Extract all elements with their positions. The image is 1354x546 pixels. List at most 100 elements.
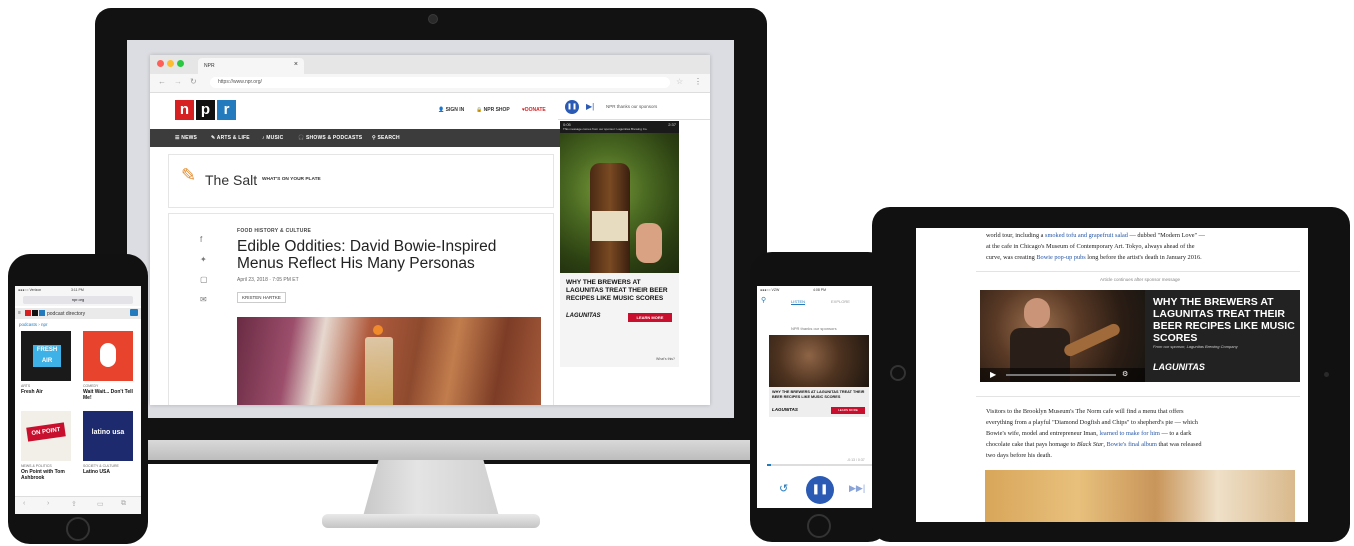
settings-gear-icon[interactable]: ⚙ [1122,370,1128,378]
bottle-label [592,211,628,241]
ad-headline: WHY THE BREWERS AT LAGUNITAS TREAT THEIR… [772,390,865,399]
podcast-category: SOCIETY & CULTURE [83,464,119,468]
status-time: 4:08 PM [813,288,827,292]
breadcrumb[interactable]: podcasts › npr [19,322,48,327]
article-date: April 23, 2018 · 7:05 PM ET [237,277,299,283]
progress-bar[interactable] [767,464,873,466]
menu-dots-icon[interactable]: ⋮ [694,77,702,86]
search-icon[interactable] [130,309,138,316]
podcast-title[interactable]: Latino USA [83,469,138,475]
browser-window: NPR × ← → ↻ https://www.npr.org/ ☆ ⋮ n p… [150,55,710,405]
tab-npr[interactable]: NPR × [198,58,304,74]
learn-more-button[interactable]: LEARN MORE [628,313,672,322]
search-icon[interactable]: ⚲ [761,296,766,304]
npr-shop-label: NPR SHOP [483,107,510,113]
close-window-button[interactable] [157,60,164,67]
video-frame: ▶ ⚙ [980,290,1145,382]
safari-url-bar: npr.org [15,294,141,306]
tab-explore[interactable]: EXPLORE [831,299,850,304]
back-icon[interactable]: ‹ [23,500,25,507]
email-share-icon[interactable]: ✉ [200,295,208,304]
rewind-icon[interactable]: ↺ [779,482,788,495]
nav-music[interactable]: ♪ MUSIC [262,135,283,141]
nav-arts-label: ARTS & LIFE [216,135,250,141]
learned-to-make-link[interactable]: learned to make for him [1099,430,1160,437]
pop-up-pubs-link[interactable]: Bowie pop-up pubs [1036,254,1085,261]
main-nav: ☰ NEWS ✎ ARTS & LIFE ♪ MUSIC 🎧 SHOWS & P… [150,129,560,147]
podcast-art-fresh-air[interactable]: FRESH AIR [21,331,71,381]
npr-logo[interactable]: n p r [175,100,236,120]
nav-search-label: SEARCH [377,135,400,141]
fresh-air-art-text: FRESH AIR [33,345,61,367]
url-field[interactable]: https://www.npr.org/ [210,77,670,88]
facebook-share-icon[interactable]: f [200,235,208,244]
maximize-window-button[interactable] [177,60,184,67]
share-icon[interactable]: ⇪ [71,500,77,508]
video-scrubber[interactable] [1006,374,1116,376]
pause-button[interactable]: ❚❚ [806,476,834,504]
camera-icon [1324,372,1329,377]
reload-icon[interactable]: ↻ [190,77,197,86]
podcast-title[interactable]: On Point with Tom Ashbrook [21,469,76,481]
npr-shop-link[interactable]: 🔒 NPR SHOP [476,107,510,113]
pause-button[interactable]: ❚❚ [565,100,579,114]
sponsor-text: NPR thanks our sponsors [606,104,658,109]
article-paragraph-2: Visitors to the Brooklyn Museum's The No… [986,406,1291,461]
url-field[interactable]: npr.org [23,296,133,304]
donate-link[interactable]: ♥DONATE [522,107,546,113]
article-kicker[interactable]: FOOD HISTORY & CULTURE [237,228,311,234]
forward-icon[interactable]: › [47,500,49,507]
tabs-icon[interactable]: ⧉ [121,500,126,508]
p2-line-2: everything from a playful "Diamond Dogfi… [986,419,1198,426]
sponsor-ad[interactable]: 0:05 2:37 This message comes from our sp… [560,121,679,367]
blog-header-card: ✎ The Salt WHAT'S ON YOUR PLATE [168,154,554,208]
bookmark-star-icon[interactable]: ☆ [676,77,683,86]
npr-logo-small[interactable] [25,310,45,316]
sponsor-video[interactable]: ▶ ⚙ WHY THE BREWERS AT LAGUNITAS TREAT T… [980,290,1300,382]
learn-more-button[interactable]: LEARN MORE [831,407,865,414]
podcast-title[interactable]: Fresh Air [21,389,76,395]
logo-letter-r: r [217,100,236,120]
skip-icon[interactable]: ▶| [586,102,594,111]
ad-photo-hops [560,133,679,273]
blog-name[interactable]: The Salt [205,172,257,188]
twitter-share-icon[interactable]: ✦ [200,255,208,264]
nav-search[interactable]: ⚲ SEARCH [372,135,400,141]
minimize-window-button[interactable] [167,60,174,67]
tab-listen[interactable]: LISTEN [791,299,806,305]
on-point-art-text: ON POINT [26,422,66,442]
tab-close-icon[interactable]: × [294,61,298,68]
sign-in-link[interactable]: 👤 SIGN IN [438,107,464,113]
whats-this-link[interactable]: What's this? [656,357,675,361]
ad-video-frame [769,335,869,387]
forward-icon[interactable]: → [174,77,182,86]
podcast-art-latino-usa[interactable]: latino usa [83,411,133,461]
home-button[interactable] [890,365,906,381]
garnish [373,325,383,335]
tofu-salad-link[interactable]: smoked tofu and grapefruit salad [1045,232,1128,239]
sponsor-label: Article continues after sponsor message [1100,277,1181,282]
ad-message: This message comes from our sponsor: Lag… [563,127,648,131]
play-icon[interactable]: ▶ [990,370,996,379]
video-ad-panel: WHY THE BREWERS AT LAGUNITAS TREAT THEIR… [1145,290,1300,382]
podcast-art-on-point[interactable]: ON POINT [21,411,71,461]
sponsor-ad[interactable]: WHY THE BREWERS AT LAGUNITAS TREAT THEIR… [769,335,869,417]
podcast-title[interactable]: Wait Wait... Don't Tell Me! [83,389,139,401]
final-album-link[interactable]: Bowie's final album [1106,441,1156,448]
podcast-art-wait-wait[interactable] [83,331,133,381]
nav-shows-podcasts[interactable]: 🎧 SHOWS & PODCASTS [298,135,362,141]
video-sub: From our sponsor, Lagunitas Brewing Comp… [1153,344,1238,349]
back-icon[interactable]: ← [158,77,166,86]
skip-forward-icon[interactable]: ▶▶| [849,483,865,494]
home-button[interactable] [66,517,90,541]
home-button[interactable] [807,514,831,538]
article-byline[interactable]: KRISTEN HARTKE [237,292,286,303]
bookmarks-icon[interactable]: ▭ [97,500,104,508]
nav-arts-life[interactable]: ✎ ARTS & LIFE [211,135,250,141]
comment-share-icon[interactable]: ▢ [200,275,208,284]
latino-usa-art-text: latino usa [91,429,125,436]
audio-player: ❚❚ ▶| NPR thanks our sponsors [558,95,710,120]
menu-icon[interactable]: ≡ [18,310,21,316]
nav-news[interactable]: ☰ NEWS [175,135,197,141]
podcast-category: NEWS & POLITICS [21,464,52,468]
